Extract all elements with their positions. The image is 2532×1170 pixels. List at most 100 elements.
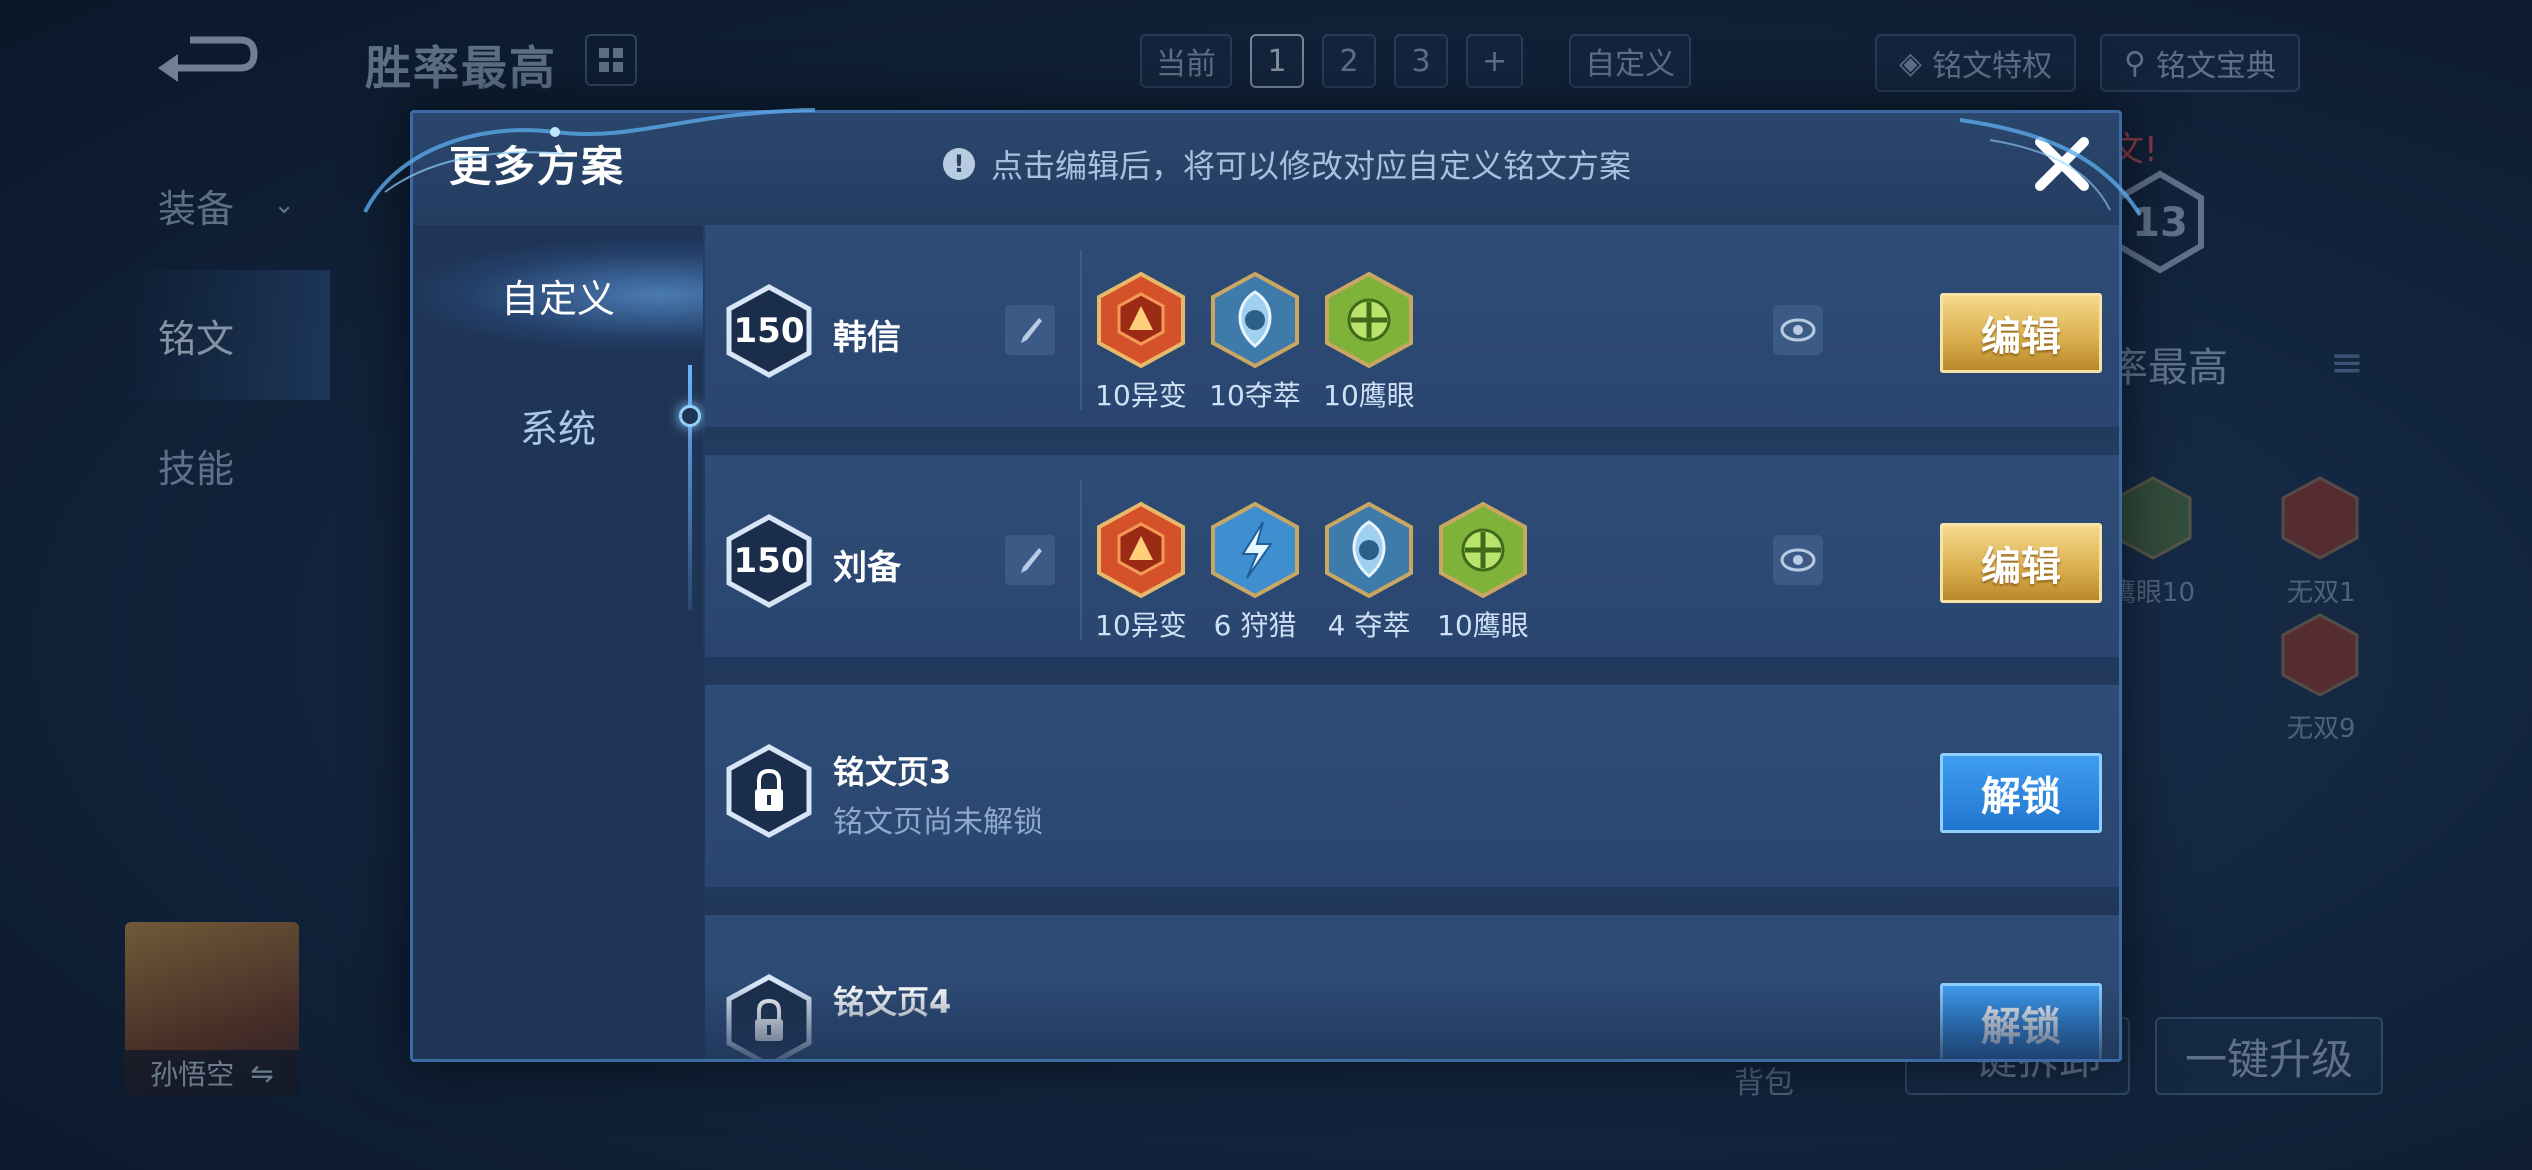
rune-item[interactable]: 6 狩猎	[1209, 500, 1301, 644]
rune-label: 鹰眼10	[2110, 578, 2196, 608]
modal-title: 更多方案	[449, 142, 626, 191]
plan-list[interactable]: 150 韩信 10异变 10夺萃 10鹰眼 编辑 150 刘备 10异变 6 狩…	[705, 225, 2119, 1059]
side-menu: 装备 ⌄ 铭文 技能	[120, 140, 330, 530]
side-item-label: 装备	[158, 186, 235, 231]
more-plans-modal: 更多方案 ! 点击编辑后，将可以修改对应自定义铭文方案 自定义 系统 150 韩…	[410, 110, 2122, 1062]
modal-tip: ! 点击编辑后，将可以修改对应自定义铭文方案	[943, 141, 1631, 187]
mutation-rune-icon	[1097, 271, 1185, 369]
plan-type-nav: 自定义 系统	[413, 225, 703, 1059]
rune-item[interactable]: 4 夺萃	[1323, 500, 1415, 644]
page-title: 胜率最高	[365, 41, 557, 95]
rune-label: 无双1	[2287, 578, 2356, 608]
rename-button[interactable]	[1005, 305, 1055, 355]
rune-guide-label: 铭文宝典	[2155, 49, 2276, 84]
plan-name: 铭文页3	[833, 753, 952, 791]
rune-label: 10异变	[1095, 379, 1187, 412]
close-icon	[2035, 137, 2089, 191]
plan-name: 铭文页4	[833, 983, 952, 1021]
info-icon: !	[943, 148, 975, 180]
close-button[interactable]	[2023, 125, 2101, 203]
rune-item[interactable]: 10鹰眼	[1437, 500, 1529, 644]
seize-rune-icon	[1325, 501, 1413, 599]
nav-indicator-dot	[679, 405, 701, 427]
preview-button[interactable]	[1773, 535, 1823, 585]
plan-row-locked: 铭文页3 铭文页尚未解锁 解锁	[705, 685, 2119, 895]
rune-privilege-button[interactable]: ◈ 铭文特权	[1875, 34, 2077, 92]
rune-item[interactable]: 10异变	[1095, 500, 1187, 644]
lock-icon	[726, 974, 812, 1059]
side-item-skills[interactable]: 技能	[120, 400, 330, 530]
brush-icon	[1021, 548, 1042, 573]
plan-name: 韩信	[833, 318, 901, 358]
nav-indicator-line	[688, 365, 692, 610]
edit-button[interactable]: 编辑	[1940, 523, 2102, 603]
svg-text:13: 13	[2132, 200, 2188, 246]
plan-name: 刘备	[833, 548, 901, 588]
tip-text: 点击编辑后，将可以修改对应自定义铭文方案	[991, 147, 1632, 185]
plan-row-locked: 铭文页4 解锁	[705, 915, 2119, 1059]
guide-icon: ⚲	[2124, 45, 2146, 81]
rune-set: 10异变 6 狩猎 4 夺萃 10鹰眼	[1095, 500, 1529, 644]
privilege-icon: ◈	[1899, 45, 1923, 81]
rune-label: 无双9	[2287, 714, 2356, 744]
hero-name-bar[interactable]: 孙悟空 ⇋	[125, 1050, 299, 1096]
rune-label: 10鹰眼	[1437, 609, 1529, 642]
eye-icon	[1780, 318, 1816, 342]
one-click-upgrade-button[interactable]: 一键升级	[2155, 1017, 2383, 1095]
tab-add[interactable]: +	[1466, 34, 1524, 88]
plan-row: 150 韩信 10异变 10夺萃 10鹰眼 编辑	[705, 225, 2119, 435]
rune-label: 4 夺萃	[1327, 609, 1411, 642]
seize-rune-icon	[1211, 271, 1299, 369]
hero-name: 孙悟空	[150, 1058, 235, 1091]
rune-label: 10异变	[1095, 609, 1187, 642]
rune-item[interactable]: 10异变	[1095, 270, 1187, 414]
tab-1[interactable]: 1	[1250, 34, 1304, 88]
rune-guide-button[interactable]: ⚲ 铭文宝典	[2100, 34, 2300, 92]
chevron-down-icon: ⌄	[273, 190, 295, 220]
plan-row: 150 刘备 10异变 6 狩猎 4 夺萃 10鹰眼 编辑	[705, 455, 2119, 665]
tab-2[interactable]: 2	[1322, 34, 1376, 88]
plan-tabs: 当前 1 2 3 + 自定义	[1140, 34, 1692, 88]
rune-set: 10异变 10夺萃 10鹰眼	[1095, 270, 1415, 414]
hawkeye-rune-icon	[1325, 271, 1413, 369]
unlock-button[interactable]: 解锁	[1940, 983, 2102, 1059]
unparalleled-rune-icon[interactable]	[2277, 612, 2363, 698]
plan-status: 铭文页尚未解锁	[833, 805, 1043, 840]
mutation-rune-icon	[1097, 501, 1185, 599]
grid-icon[interactable]	[585, 34, 637, 86]
brush-icon	[1021, 318, 1042, 343]
side-item-equipment[interactable]: 装备 ⌄	[120, 140, 330, 270]
side-item-label: 技能	[158, 446, 235, 491]
tab-custom-plans[interactable]: 自定义	[413, 240, 703, 350]
side-item-label: 铭文	[158, 316, 235, 361]
hawkeye-rune-icon[interactable]	[2110, 475, 2196, 561]
eye-icon	[1780, 548, 1816, 572]
rename-button[interactable]	[1005, 535, 1055, 585]
level-badge: 13	[2116, 170, 2204, 274]
preview-button[interactable]	[1773, 305, 1823, 355]
rune-privilege-label: 铭文特权	[1932, 49, 2053, 84]
back-arrow-icon[interactable]	[150, 30, 260, 90]
rune-label: 6 狩猎	[1213, 609, 1297, 642]
right-panel-title: 率最高	[2108, 345, 2228, 391]
hawkeye-rune-icon	[1439, 501, 1527, 599]
unlock-button[interactable]: 解锁	[1940, 753, 2102, 833]
bag-label[interactable]: 背包	[1734, 1058, 1794, 1102]
side-item-runes[interactable]: 铭文	[120, 270, 330, 400]
tab-custom[interactable]: 自定义	[1569, 34, 1692, 88]
edit-button[interactable]: 编辑	[1940, 293, 2102, 373]
swap-icon: ⇋	[250, 1056, 274, 1090]
rune-level: 150	[733, 541, 805, 581]
tab-3[interactable]: 3	[1394, 34, 1448, 88]
rune-item[interactable]: 10夺萃	[1209, 270, 1301, 414]
menu-icon[interactable]: ≡	[2330, 340, 2364, 386]
rune-level: 150	[733, 311, 805, 351]
tab-current[interactable]: 当前	[1140, 34, 1232, 88]
tab-system-plans[interactable]: 系统	[413, 370, 703, 480]
rune-label: 10鹰眼	[1323, 379, 1415, 412]
rune-item[interactable]: 10鹰眼	[1323, 270, 1415, 414]
lock-icon	[726, 744, 812, 838]
unparalleled-rune-icon[interactable]	[2277, 475, 2363, 561]
divider	[1080, 480, 1082, 640]
divider	[1080, 250, 1082, 410]
